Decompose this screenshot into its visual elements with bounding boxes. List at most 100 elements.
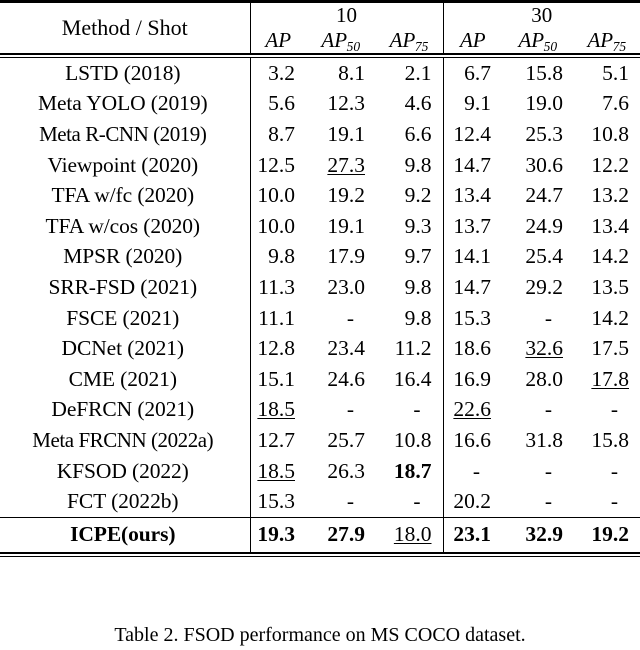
table-row: CME (2021) 15.1 24.6 16.4 16.9 28.0 17.8: [0, 363, 640, 395]
row-14-value-3: 20.2: [442, 486, 502, 517]
row-12-value-5: 15.8: [591, 427, 629, 452]
header-ap50-10-base: AP: [321, 28, 348, 52]
row-0-value-2: 2.1: [404, 60, 432, 85]
row-4-value-5: 13.2: [591, 183, 629, 208]
row-7-method: SRR-FSD (2021): [48, 274, 198, 299]
table-caption: Table 2. FSOD performance on MS COCO dat…: [114, 624, 526, 646]
row-0-method: LSTD (2018): [65, 60, 181, 85]
table-figure: Method / Shot 10 30 AP AP50 AP75 AP AP50…: [0, 0, 640, 650]
row-11-value-5: -: [610, 397, 618, 422]
header-ap75-10: AP75: [376, 28, 443, 54]
row-11-value-3-text: 22.6: [453, 397, 491, 422]
row-8-method: FSCE (2021): [66, 305, 180, 330]
row-final-value-5-text: 19.2: [591, 522, 629, 547]
row-final-value-3: 23.1: [442, 517, 502, 552]
header-ap75-30-sub: 75: [612, 39, 627, 54]
row-5-value-2: 9.3: [404, 213, 432, 238]
row-5-value-0: 10.0: [249, 210, 306, 242]
row-9-value-4: 32.6: [502, 333, 574, 364]
row-11-value-2: -: [413, 397, 421, 422]
row-1-value-3: 9.1: [442, 88, 502, 120]
row-10-value-1: 24.6: [327, 366, 365, 391]
row-9-value-0: 12.8: [249, 333, 306, 364]
results-table-body: LSTD (2018) 3.2 8.1 2.1 6.7 15.8 5.1 Meta YOLO …: [0, 58, 640, 517]
row-final-value-0-text: 19.3: [257, 522, 295, 547]
row-9-value-2: 11.2: [394, 336, 432, 361]
header-ap50-30-sub: 50: [543, 39, 558, 54]
row-3-value-2: 9.8: [404, 152, 432, 177]
row-13-value-1: 26.3: [327, 458, 365, 483]
row-0-value-3: 6.7: [442, 58, 502, 89]
row-11-value-1: -: [346, 397, 354, 422]
table-row: Meta R-CNN (2019) 8.7 19.1 6.6 12.4 25.3 10.8: [0, 119, 640, 150]
row-8-value-1: -: [346, 305, 354, 330]
row-13-value-3: -: [442, 455, 502, 487]
row-5-value-5: 13.4: [591, 213, 629, 238]
table-row: ICPE(ours) 19.3 27.9 18.0 23.1 32.9 19.2: [0, 517, 640, 552]
row-final-value-4: 32.9: [502, 518, 574, 552]
row-8-value-4: -: [544, 305, 552, 330]
row-6-value-0: 9.8: [249, 241, 306, 273]
results-table-final: ICPE(ours) 19.3 27.9 18.0 23.1 32.9 19.2: [0, 517, 640, 552]
row-3-value-1: 27.3: [306, 150, 376, 181]
header-ap75-30: AP75: [574, 28, 640, 54]
table-bottom-rule-thick: [0, 551, 640, 554]
row-6-value-1: 17.9: [327, 244, 365, 269]
header-ap50-30: AP50: [502, 28, 574, 54]
row-5-value-1: 19.1: [327, 213, 365, 238]
row-0-value-1: 8.1: [338, 60, 365, 85]
row-1-value-5: 7.6: [602, 91, 629, 116]
header-ap75-30-base: AP: [587, 28, 614, 52]
row-6-value-2: 9.7: [404, 244, 432, 269]
header-ap75-10-base: AP: [389, 28, 416, 52]
table-row: TFA w/cos (2020) 10.0 19.1 9.3 13.7 24.9 13.4: [0, 210, 640, 242]
table-row: Meta YOLO (2019) 5.6 12.3 4.6 9.1 19.0 7.6: [0, 88, 640, 120]
row-9-value-4-text: 32.6: [525, 336, 563, 361]
row-12-method: Meta FRCNN (2022a): [32, 427, 214, 452]
table-row: Meta FRCNN (2022a) 12.7 25.7 10.8 16.6 31.8 15…: [0, 425, 640, 456]
row-final-value-3-text: 23.1: [453, 522, 491, 547]
row-3-value-4: 30.6: [525, 152, 563, 177]
row-12-value-3: 16.6: [442, 425, 502, 456]
row-final-value-2: 18.0: [376, 518, 443, 552]
header-ap50-10-sub: 50: [346, 39, 361, 54]
table-row: LSTD (2018) 3.2 8.1 2.1 6.7 15.8 5.1: [0, 58, 640, 89]
row-3-value-3: 14.7: [442, 149, 502, 181]
header-method-shot: Method / Shot: [61, 15, 188, 40]
row-0-value-5: 5.1: [602, 60, 629, 85]
table-row: KFSOD (2022) 18.5 26.3 18.7- - -: [0, 455, 640, 487]
table-row: Viewpoint (2020) 12.5 27.3 9.8 14.7 30.6 12.2: [0, 149, 640, 181]
row-13-value-5: -: [610, 458, 618, 483]
header-ap50-10: AP50: [306, 28, 376, 54]
row-0-value-4: 15.8: [525, 60, 563, 85]
row-14-value-2: -: [413, 489, 421, 514]
row-13-value-0: 18.5: [249, 455, 306, 487]
row-11-value-3: 22.6: [442, 394, 502, 426]
row-final-value-4-text: 32.9: [525, 522, 563, 547]
row-8-value-0: 11.1: [249, 302, 306, 334]
row-12-value-2: 10.8: [393, 427, 432, 452]
row-13-value-2-text: 18.7: [393, 458, 432, 483]
row-12-value-4: 31.8: [525, 427, 563, 452]
row-2-value-2: 6.6: [404, 121, 432, 146]
row-13-value-4: -: [544, 458, 552, 483]
header-ap-30: AP: [442, 28, 503, 53]
row-3-value-0: 12.5: [249, 149, 306, 181]
row-14-value-1: -: [346, 489, 354, 514]
row-4-value-0: 10.0: [249, 180, 306, 211]
row-2-value-5: 10.8: [591, 121, 629, 146]
row-final-value-2-text: 18.0: [393, 522, 432, 547]
row-7-value-2: 9.8: [404, 274, 432, 299]
row-6-value-5: 14.2: [591, 244, 629, 269]
row-14-value-5: -: [610, 489, 618, 514]
table-row: SRR-FSD (2021) 11.3 23.0 9.8 14.7 29.2 13.5: [0, 272, 640, 303]
row-4-value-1: 19.2: [327, 183, 365, 208]
row-5-value-4: 24.9: [525, 213, 563, 238]
table-row: DeFRCN (2021) 18.5 - - 22.6 - -: [0, 394, 640, 426]
header-ap-10: AP: [249, 28, 306, 53]
row-1-value-1: 12.3: [327, 91, 365, 116]
row-6-method: MPSR (2020): [63, 244, 183, 269]
row-0-value-0: 3.2: [249, 58, 306, 89]
row-7-value-0: 11.3: [249, 272, 306, 303]
row-4-value-4: 24.7: [525, 183, 563, 208]
